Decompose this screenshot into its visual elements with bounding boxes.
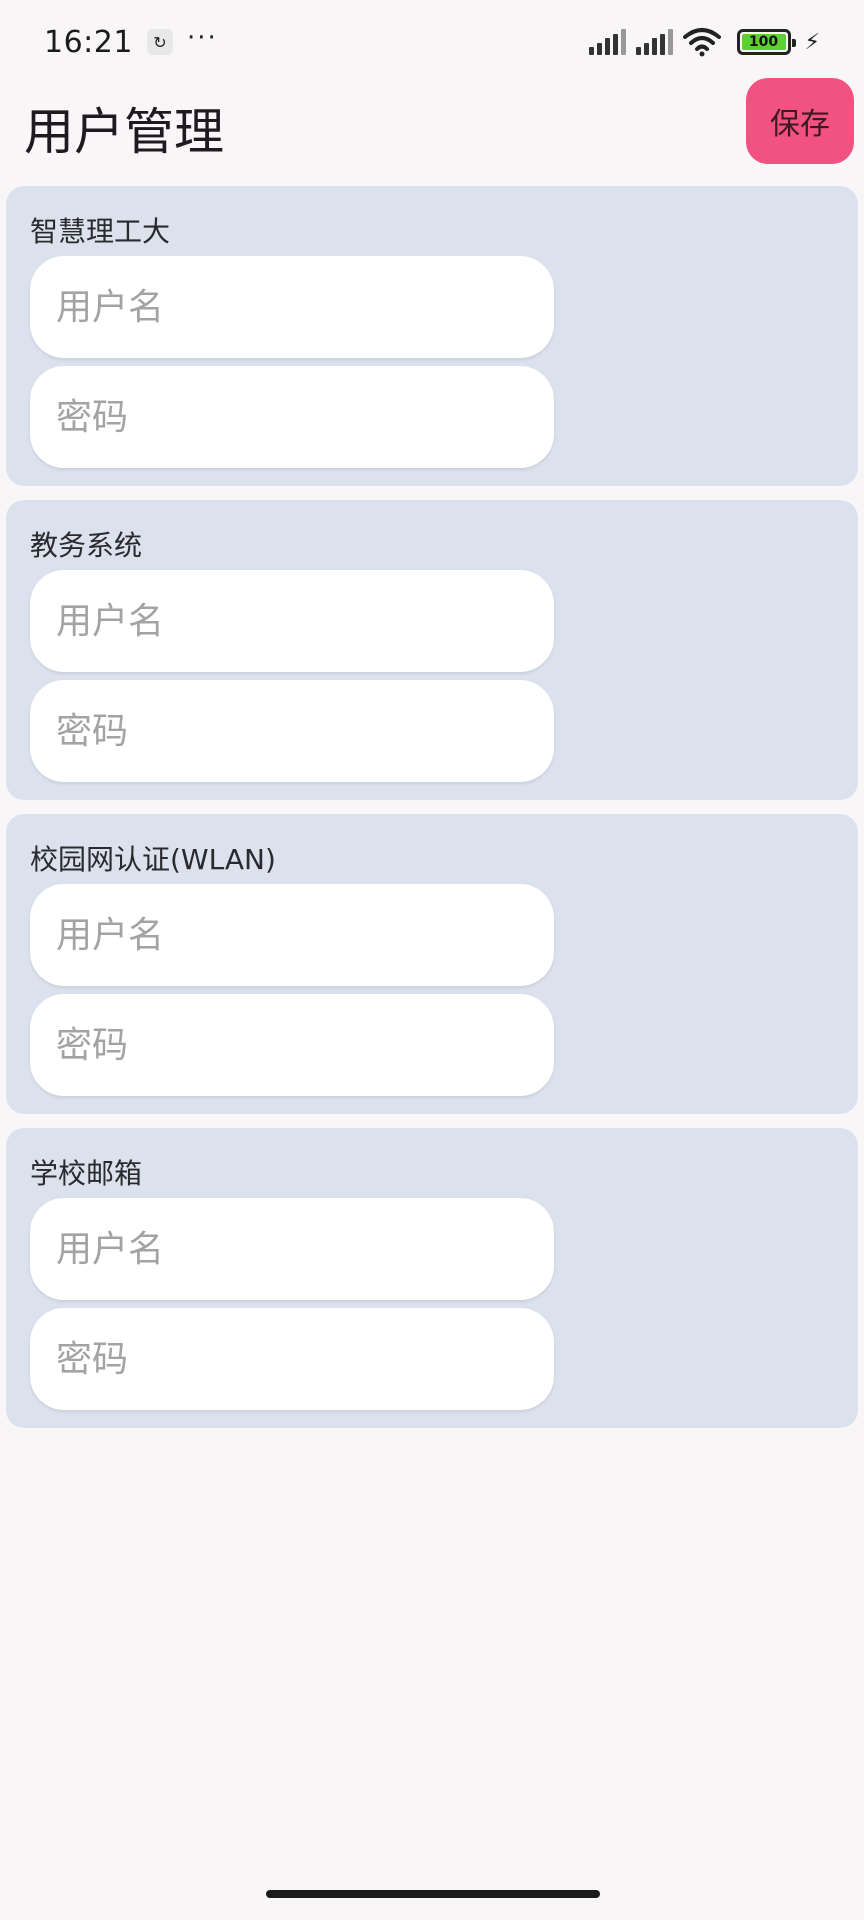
password-field[interactable] bbox=[30, 1308, 554, 1410]
notification-app-icon: ↻ bbox=[146, 29, 173, 55]
home-indicator[interactable] bbox=[266, 1890, 600, 1898]
password-input[interactable] bbox=[56, 1024, 554, 1066]
password-input[interactable] bbox=[56, 1338, 554, 1380]
charging-icon: ⚡ bbox=[804, 29, 820, 55]
status-left: 16:21 ↻ ··· bbox=[44, 23, 218, 60]
more-notifications-icon: ··· bbox=[186, 23, 218, 53]
password-field[interactable] bbox=[30, 366, 554, 468]
username-field[interactable] bbox=[30, 1198, 554, 1300]
username-input[interactable] bbox=[56, 1228, 554, 1270]
username-input[interactable] bbox=[56, 286, 554, 328]
wifi-icon bbox=[682, 28, 721, 57]
password-field[interactable] bbox=[30, 994, 554, 1096]
card-title: 智慧理工大 bbox=[30, 215, 171, 248]
signal-1-icon bbox=[588, 29, 626, 55]
account-card-academic-system: 教务系统 bbox=[6, 500, 858, 800]
status-time: 16:21 bbox=[44, 24, 133, 60]
page-title: 用户管理 bbox=[24, 103, 224, 161]
card-title: 校园网认证(WLAN) bbox=[30, 843, 276, 876]
app-bar: 用户管理 保存 bbox=[0, 76, 864, 168]
signal-2-icon bbox=[635, 29, 673, 55]
username-field[interactable] bbox=[30, 884, 554, 986]
card-title: 学校邮箱 bbox=[30, 1157, 143, 1190]
username-field[interactable] bbox=[30, 570, 554, 672]
password-input[interactable] bbox=[56, 710, 554, 752]
save-button[interactable]: 保存 bbox=[746, 78, 854, 164]
status-bar: 16:21 ↻ ··· 100 ⚡ bbox=[0, 0, 864, 84]
password-input[interactable] bbox=[56, 396, 554, 438]
username-input[interactable] bbox=[56, 600, 554, 642]
status-right: 100 ⚡ bbox=[588, 27, 820, 57]
account-card-campus-wlan: 校园网认证(WLAN) bbox=[6, 814, 858, 1114]
battery-level: 100 bbox=[741, 34, 786, 50]
battery-icon: 100 bbox=[736, 29, 796, 55]
password-field[interactable] bbox=[30, 680, 554, 782]
account-list: 智慧理工大 教务系统 校园网认证(WLAN) 学校邮箱 bbox=[6, 186, 858, 1442]
username-field[interactable] bbox=[30, 256, 554, 358]
card-title: 教务系统 bbox=[30, 529, 143, 562]
account-card-school-email: 学校邮箱 bbox=[6, 1128, 858, 1428]
username-input[interactable] bbox=[56, 914, 554, 956]
account-card-smart-campus: 智慧理工大 bbox=[6, 186, 858, 486]
